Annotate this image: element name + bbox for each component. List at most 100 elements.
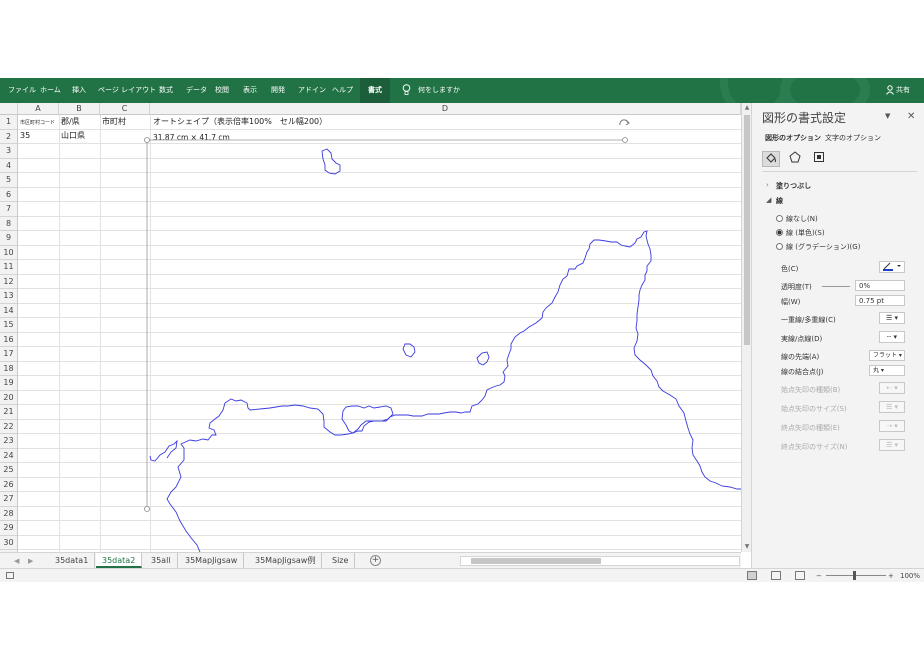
begin-arrow-size-dropdown[interactable]: ☰ ▾ <box>879 401 905 413</box>
horizontal-scrollbar[interactable] <box>460 556 740 566</box>
prop-label-end-arrow-type: 終点矢印の種類(E) <box>781 424 840 432</box>
tab-file[interactable]: ファイル <box>8 78 36 103</box>
prop-label-begin-arrow-type: 始点矢印の種類(B) <box>781 386 841 394</box>
map-island <box>341 405 394 434</box>
end-arrow-size-dropdown[interactable]: ☰ ▾ <box>879 439 905 451</box>
zoom-slider[interactable] <box>826 575 886 576</box>
scroll-up-icon[interactable]: ▲ <box>743 104 751 112</box>
radio-gradient-line[interactable]: 線 (グラデーション)(G) <box>776 242 860 252</box>
line-section-header[interactable]: 線 <box>776 196 783 206</box>
sheet-tab-35data2[interactable]: 35data2 <box>96 553 143 568</box>
tell-me-search[interactable]: 何をしますか <box>418 78 460 103</box>
fill-section-chevron-icon[interactable]: › <box>766 181 769 189</box>
sheet-tab-35all[interactable]: 35all <box>145 553 178 568</box>
sheet-tab-35mapjigsaw[interactable]: 35MapJigsaw <box>179 553 245 568</box>
selection-handle[interactable] <box>144 137 150 143</box>
radio-solid-line[interactable]: 線 (単色)(S) <box>776 228 825 238</box>
prop-label-compound: 一重線/多重線(C) <box>781 316 836 324</box>
cap-type-value: フラット <box>873 352 898 359</box>
tab-formulas[interactable]: 数式 <box>159 78 173 103</box>
format-shape-pane: 図形の書式設定 ▼ ✕ 図形のオプション 文字のオプション › 塗りつぶし ◢ … <box>751 103 924 568</box>
tab-help[interactable]: ヘルプ <box>332 78 353 103</box>
prop-label-cap: 線の先端(A) <box>781 353 820 361</box>
tab-data[interactable]: データ <box>186 78 207 103</box>
prop-label-join: 線の結合点(J) <box>781 368 824 376</box>
sheet-tab-35data1[interactable]: 35data1 <box>49 553 96 568</box>
radio-dot[interactable] <box>776 229 783 236</box>
map-main-outline <box>146 139 741 552</box>
begin-arrow-type-dropdown[interactable]: ⇠ ▾ <box>879 382 905 394</box>
tab-developer[interactable]: 開発 <box>271 78 285 103</box>
lightbulb-icon[interactable] <box>402 78 411 103</box>
prop-label-width: 幅(W) <box>781 298 801 306</box>
worksheet-grid[interactable]: A B C D 1 2 3 4 5 6 7 8 9 10 11 12 13 14 15 16 17 18 19 20 2… <box>0 103 741 552</box>
prop-label-transparency: 透明度(T) <box>781 283 812 291</box>
sheet-prev-icon[interactable]: ◀ <box>14 553 19 569</box>
page-break-view-icon[interactable] <box>795 571 805 580</box>
tab-view[interactable]: 表示 <box>243 78 257 103</box>
size-properties-icon[interactable] <box>810 151 828 167</box>
compound-type-dropdown[interactable]: ☰ ▾ <box>879 312 905 324</box>
page-layout-view-icon[interactable] <box>771 571 781 580</box>
map-west-coast <box>149 439 178 462</box>
map-island <box>321 148 341 175</box>
person-icon[interactable] <box>886 78 894 103</box>
share-button[interactable]: 共有 <box>896 78 910 103</box>
fill-section-header[interactable]: 塗りつぶし <box>776 181 811 191</box>
zoom-level[interactable]: 100% <box>900 569 920 582</box>
scroll-down-icon[interactable]: ▼ <box>743 543 751 551</box>
zoom-in-icon[interactable]: + <box>888 569 894 582</box>
tab-review[interactable]: 校閲 <box>215 78 229 103</box>
map-autoshape[interactable] <box>0 103 741 552</box>
prop-label-begin-arrow-size: 始点矢印のサイズ(S) <box>781 405 847 413</box>
transparency-slider[interactable] <box>822 286 850 287</box>
close-icon[interactable]: ✕ <box>907 111 915 122</box>
join-type-dropdown[interactable]: 丸 ▾ <box>869 365 905 376</box>
line-color-picker[interactable] <box>879 261 905 273</box>
tab-home[interactable]: ホーム <box>40 78 61 103</box>
effects-icon[interactable] <box>786 151 804 167</box>
pane-title: 図形の書式設定 <box>762 111 847 125</box>
normal-view-icon[interactable] <box>747 571 757 580</box>
tab-format[interactable]: 書式 <box>360 78 390 103</box>
sheet-tab-size[interactable]: Size <box>326 553 356 568</box>
radio-dot[interactable] <box>776 215 783 222</box>
rotate-handle-icon[interactable] <box>619 119 630 126</box>
tab-shape-options[interactable]: 図形のオプション <box>765 133 821 143</box>
selection-handle[interactable] <box>622 137 628 143</box>
sheet-next-icon[interactable]: ▶ <box>28 553 33 569</box>
radio-no-line[interactable]: 線なし(N) <box>776 214 818 224</box>
sheet-tab-35mapjigsaw-example[interactable]: 35MapJigsaw例 <box>249 553 323 568</box>
map-island <box>402 343 416 358</box>
add-sheet-button[interactable]: + <box>370 555 381 566</box>
selection-handle[interactable] <box>144 506 150 512</box>
fill-line-icon[interactable] <box>762 151 780 167</box>
radio-label: 線 (単色)(S) <box>786 229 825 237</box>
line-section-chevron-icon[interactable]: ◢ <box>766 196 771 204</box>
transparency-input[interactable]: 0% <box>855 280 905 291</box>
horizontal-scroll-thumb[interactable] <box>471 558 601 564</box>
join-type-value: 丸 <box>873 367 880 374</box>
tab-insert[interactable]: 挿入 <box>72 78 86 103</box>
tab-addins[interactable]: アドイン <box>298 78 326 103</box>
tab-text-options[interactable]: 文字のオプション <box>825 133 881 143</box>
sheet-tab-bar: ◀ ▶ 35data1 35data2 35all 35MapJigsaw 35… <box>0 552 741 568</box>
width-input[interactable]: 0.75 pt <box>855 295 905 306</box>
end-arrow-type-dropdown[interactable]: ⇢ ▾ <box>879 420 905 432</box>
zoom-slider-knob[interactable] <box>853 571 856 580</box>
prop-label-end-arrow-size: 終点矢印のサイズ(N) <box>781 443 848 451</box>
radio-label: 線 (グラデーション)(G) <box>786 243 861 251</box>
radio-dot[interactable] <box>776 243 783 250</box>
dash-type-dropdown[interactable]: ┄ ▾ <box>879 331 905 343</box>
ribbon-tab-bar: ファイル ホーム 挿入 ページ レイアウト 数式 データ 校閲 表示 開発 アド… <box>0 78 924 120</box>
vertical-scroll-thumb[interactable] <box>744 115 750 345</box>
map-island <box>476 351 490 366</box>
cap-type-dropdown[interactable]: フラット ▾ <box>869 350 905 361</box>
pane-divider <box>762 171 917 172</box>
macro-record-icon[interactable] <box>6 572 14 579</box>
zoom-out-icon[interactable]: − <box>816 569 822 582</box>
tab-page-layout[interactable]: ページ レイアウト <box>98 78 156 103</box>
pane-options-icon[interactable]: ▼ <box>885 112 890 120</box>
vertical-scrollbar[interactable]: ▲ ▼ <box>741 103 751 552</box>
status-bar: − + 100% <box>0 568 924 582</box>
